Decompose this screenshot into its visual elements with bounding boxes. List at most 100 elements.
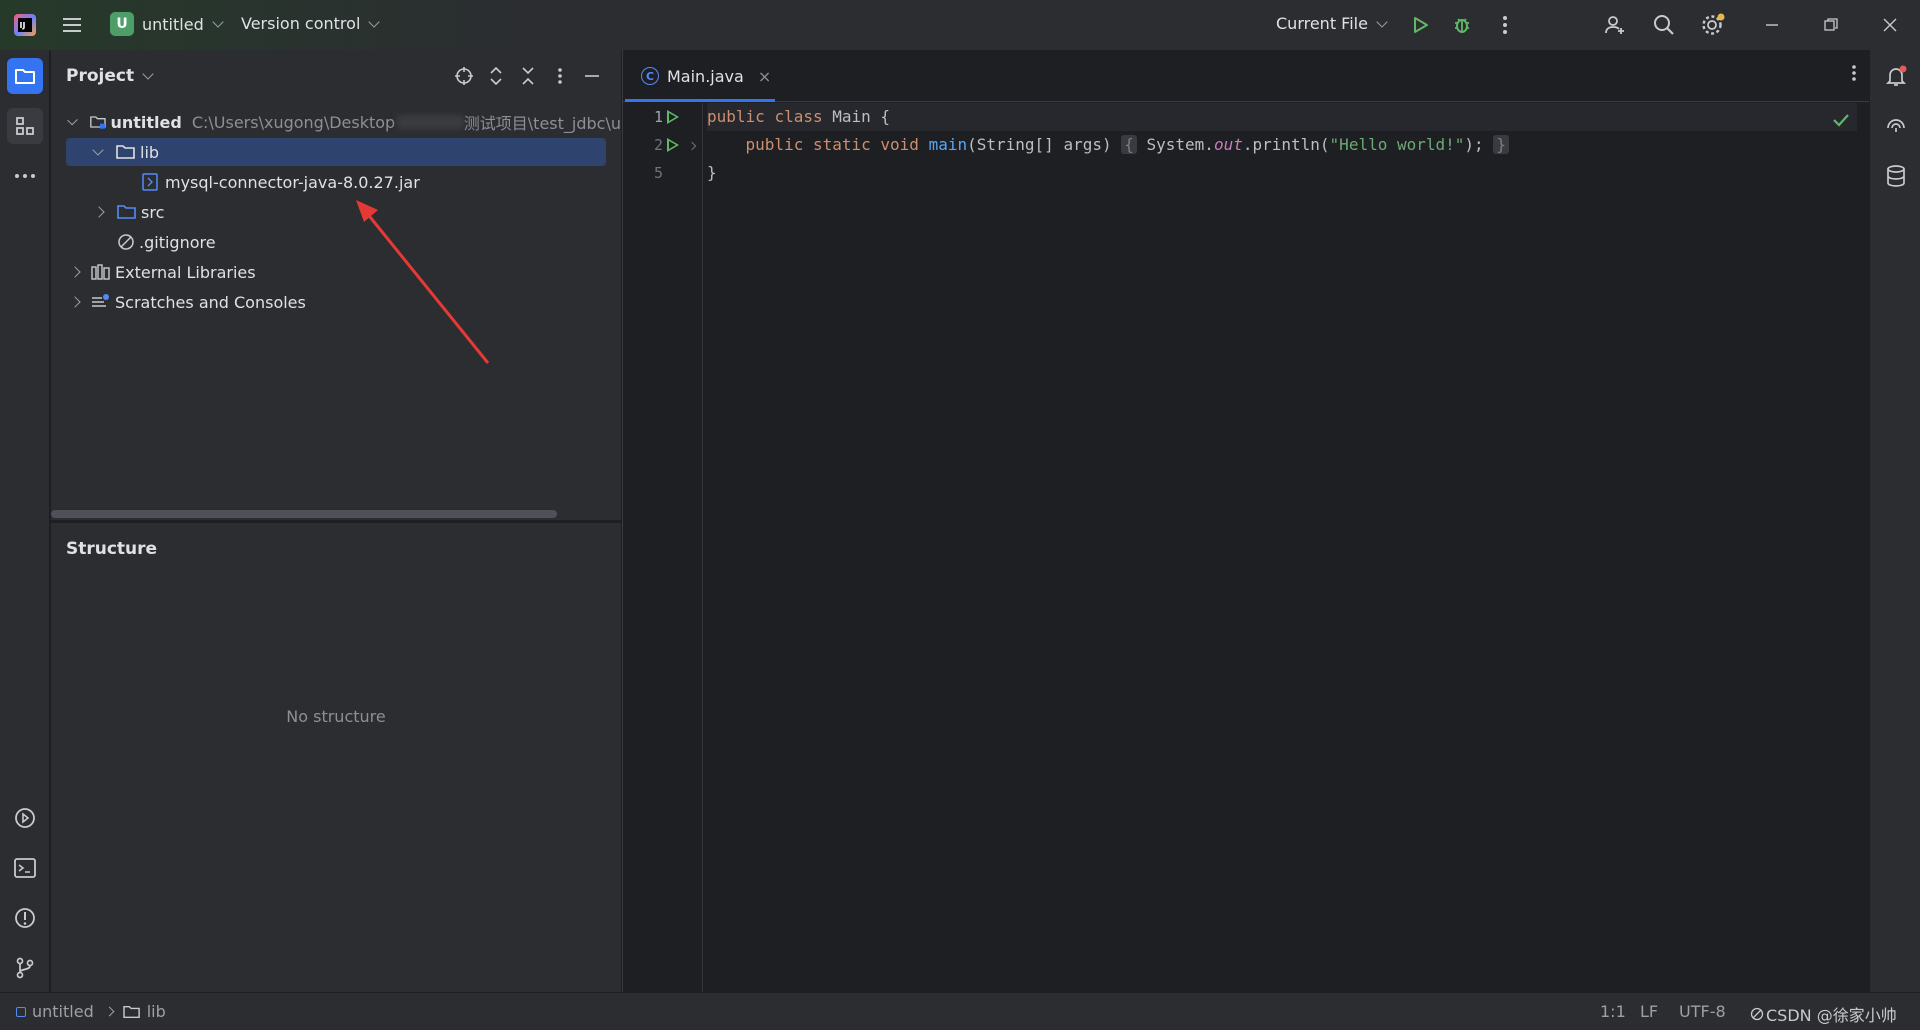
editor-area: C Main.java × 1 2 5 public class Main { … [622, 50, 1869, 992]
tree-label-external-libraries: External Libraries [115, 262, 256, 282]
panel-title: Project [66, 66, 135, 86]
tree-label-jar: mysql-connector-java-8.0.27.jar [165, 172, 420, 192]
readonly-icon [1750, 1007, 1764, 1021]
close-icon[interactable] [1875, 10, 1905, 40]
project-view-selector[interactable]: Project [66, 66, 154, 86]
folder-icon [123, 1005, 140, 1018]
run-gutter-icon[interactable] [667, 110, 679, 124]
chevron-down-icon [1376, 15, 1388, 28]
line-number: 5 [653, 164, 663, 182]
right-tool-strip [1869, 50, 1920, 992]
app-logo-icon[interactable]: IJ [12, 12, 38, 38]
tree-row-external-libraries[interactable]: External Libraries [67, 258, 256, 286]
fold-chevron-icon[interactable] [687, 141, 697, 151]
chevron-down-icon[interactable] [67, 114, 78, 126]
chevron-down-icon[interactable] [92, 144, 104, 156]
tree-row-jar[interactable]: mysql-connector-java-8.0.27.jar [67, 168, 420, 196]
more-tools-icon[interactable] [7, 158, 43, 194]
tree-row-src[interactable]: src [67, 198, 164, 226]
horizontal-scrollbar[interactable] [51, 510, 557, 518]
run-gutter-icon[interactable] [667, 138, 679, 152]
jar-file-icon [142, 173, 158, 191]
add-user-icon[interactable] [1600, 10, 1630, 40]
more-icon[interactable] [1490, 10, 1520, 40]
hide-panel-icon[interactable] [580, 64, 604, 88]
search-icon[interactable] [1649, 10, 1679, 40]
run-tool-icon[interactable] [7, 800, 43, 836]
expand-all-icon[interactable] [484, 64, 508, 88]
no-problems-check-icon[interactable] [1832, 112, 1850, 131]
left-tool-strip [0, 50, 50, 992]
run-icon[interactable] [1405, 10, 1435, 40]
code-line-3: } [707, 163, 717, 182]
code-area[interactable]: public class Main { public static void m… [707, 103, 1857, 992]
run-config-label: Current File [1276, 14, 1368, 33]
ignore-file-icon [118, 234, 134, 250]
chevron-down-icon [212, 16, 224, 28]
vcs-label: Version control [241, 14, 361, 33]
file-encoding[interactable]: UTF-8 [1679, 1002, 1726, 1021]
chevron-right-icon [104, 1006, 115, 1017]
ai-assistant-icon[interactable] [1878, 108, 1914, 144]
line-separator[interactable]: LF [1640, 1002, 1658, 1021]
tree-label-lib: lib [140, 142, 160, 162]
project-path: C:\Users\xugong\Desktop [191, 112, 396, 132]
structure-panel: Structure No structure [51, 522, 621, 992]
debug-icon[interactable] [1447, 10, 1477, 40]
breadcrumb-project[interactable]: untitled [32, 1002, 94, 1021]
collapse-all-icon[interactable] [516, 64, 540, 88]
tree-label-root: untitled [110, 112, 182, 132]
module-icon [16, 1006, 26, 1017]
project-folder-icon[interactable] [7, 58, 43, 94]
project-path-tail: 测试项目\test_jdbc\u [463, 114, 621, 133]
editor-gutter: 1 2 5 [623, 103, 703, 992]
options-icon[interactable] [548, 64, 572, 88]
tree-row-lib[interactable]: lib [66, 138, 606, 166]
scratches-icon [92, 294, 109, 307]
database-icon[interactable] [1878, 158, 1914, 194]
chevron-right-icon[interactable] [93, 206, 105, 218]
settings-icon[interactable] [1698, 10, 1728, 40]
notifications-icon[interactable] [1878, 58, 1914, 94]
chevron-down-icon [368, 15, 381, 28]
caret-position[interactable]: 1:1 [1600, 1002, 1626, 1021]
code-line-2: public static void main(String[] args) {… [707, 131, 1509, 159]
git-icon[interactable] [7, 950, 43, 986]
svg-text:IJ: IJ [20, 21, 26, 30]
tree-label-gitignore: .gitignore [139, 232, 216, 252]
tree-row-root[interactable]: untitled C:\Users\xugong\Desktop 测试项目\te… [67, 108, 621, 136]
line-number: 1 [653, 108, 663, 126]
chevron-right-icon[interactable] [69, 266, 81, 278]
main-menu-icon[interactable] [60, 13, 84, 37]
line-number: 2 [653, 136, 663, 154]
project-selector[interactable]: U untitled [110, 12, 224, 36]
breadcrumb-folder[interactable]: lib [147, 1002, 166, 1021]
problems-icon[interactable] [7, 900, 43, 936]
tree-label-scratches: Scratches and Consoles [115, 292, 306, 312]
chevron-right-icon[interactable] [69, 296, 81, 308]
locate-icon[interactable] [452, 64, 476, 88]
breadcrumb: untitled lib [16, 1002, 166, 1021]
structure-title: Structure [66, 539, 158, 559]
tree-row-gitignore[interactable]: .gitignore [67, 228, 216, 256]
redacted-path [397, 115, 464, 129]
editor-options-icon[interactable] [1851, 64, 1857, 86]
restore-icon[interactable] [1816, 10, 1846, 40]
project-badge: U [110, 12, 134, 36]
project-panel: Project untitled C:\Users\xugong\Desktop… [51, 50, 621, 520]
run-config-selector[interactable]: Current File [1276, 14, 1388, 33]
folder-icon [116, 145, 135, 159]
status-bar: untitled lib 1:1 LF UTF-8 CSDN @徐家小帅 [0, 992, 1920, 1030]
version-control-menu[interactable]: Version control [241, 14, 381, 33]
minimize-icon[interactable] [1757, 10, 1787, 40]
tree-row-scratches[interactable]: Scratches and Consoles [67, 288, 306, 316]
structure-icon[interactable] [7, 108, 43, 144]
terminal-icon[interactable] [7, 850, 43, 886]
close-tab-icon[interactable]: × [758, 67, 771, 86]
tree-label-src: src [141, 202, 165, 222]
tab-main-java[interactable]: C Main.java × [623, 50, 777, 102]
tab-label: Main.java [667, 66, 744, 86]
editor-tab-bar: C Main.java × [623, 50, 1869, 102]
active-tab-indicator [625, 99, 775, 102]
library-icon [91, 264, 110, 280]
